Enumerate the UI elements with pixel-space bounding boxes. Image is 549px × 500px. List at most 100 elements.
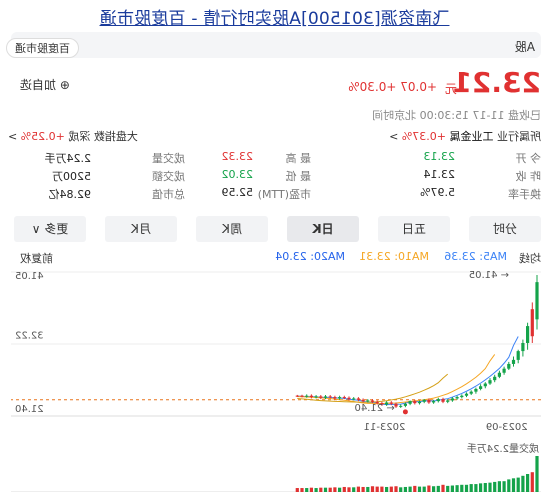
candle-body [526, 326, 530, 343]
y-tick-label: 32.22 [15, 331, 44, 342]
current-price: 23.21 [452, 66, 541, 99]
stat-label: 最 低 [285, 170, 312, 183]
volume-bar [526, 474, 530, 492]
volume-bar [521, 475, 525, 492]
candle-body [352, 398, 356, 400]
candle-body [455, 397, 459, 399]
volume-bar [333, 487, 337, 492]
volume-bar [399, 487, 403, 492]
volume-bar [516, 477, 520, 492]
ma10-line [297, 354, 496, 405]
page-title[interactable]: 飞南资源[301500]A股实时行情 - 百度股市通 [0, 4, 549, 29]
candle-body [295, 395, 299, 397]
candle-body [493, 376, 497, 381]
volume-bar [408, 486, 412, 492]
ma5-line [297, 336, 519, 406]
volume-bar [474, 484, 478, 492]
candle-body [474, 388, 478, 392]
candle-body [305, 395, 309, 397]
market-tab[interactable]: A股 [515, 38, 535, 55]
candle-body [323, 396, 328, 398]
candle-body [366, 400, 370, 402]
volume-bar [446, 485, 450, 492]
volume-bar [319, 487, 323, 492]
candle-body [309, 395, 313, 398]
volume-bar [309, 487, 313, 492]
candle-body [511, 359, 516, 364]
candle-body [422, 399, 426, 402]
stat-value: 52.59 [221, 186, 254, 199]
kline-chart[interactable]: 41.05 32.22 21.40 ← 41.05 ← 21.40 2023-09 2023… [11, 266, 541, 492]
volume-bar [380, 486, 384, 492]
volume-bar [356, 486, 360, 492]
stat-label: 换手率 [508, 188, 541, 201]
volume-bar [464, 484, 469, 492]
candle-body [436, 399, 440, 402]
index-name: 深成 [68, 130, 91, 143]
volume-bar [305, 488, 309, 492]
candle-body [460, 395, 464, 398]
index-change: +0.25% [20, 130, 65, 143]
volume-bar [347, 487, 351, 492]
stat-label: 成交量 [152, 152, 185, 165]
x-tick-label: 2023-11 [364, 422, 406, 433]
chart-tabs: 分时 五日 日K 周K 月K 更多 ∨ [11, 216, 541, 242]
low-marker-dot [402, 409, 408, 415]
volume-bar [338, 487, 342, 492]
tab-weekly-k[interactable]: 周K [196, 216, 268, 242]
candle-body [427, 399, 431, 403]
candle-body [328, 396, 332, 398]
tab-five-day[interactable]: 五日 [378, 216, 450, 242]
tab-more[interactable]: 更多 ∨ [14, 216, 86, 242]
add-watchlist-button[interactable]: ⊕ 加自选 [20, 76, 70, 93]
index-link[interactable]: 大盘指数 深成 +0.25% > [8, 128, 138, 144]
volume-bar [314, 488, 318, 492]
stat-value: 92.84亿 [48, 188, 92, 201]
tab-daily-k[interactable]: 日K [287, 216, 359, 242]
candle-body [446, 400, 450, 402]
candle-body [399, 405, 403, 407]
stat-value: 23.02 [221, 168, 254, 181]
chevron-right-icon: > [389, 130, 399, 143]
candle-body [347, 397, 351, 400]
candle-body [394, 403, 398, 407]
volume-bar [375, 486, 379, 492]
index-label: 大盘指数 [93, 130, 138, 143]
candle-body [530, 309, 534, 337]
volume-bar [328, 487, 332, 492]
stat-label: 最 高 [285, 152, 312, 165]
volume-bar [493, 481, 497, 492]
volume-bar [511, 478, 516, 492]
volume-bar [469, 484, 473, 492]
volume-bar [323, 487, 328, 492]
adjust-mode[interactable]: 前复权 [20, 250, 53, 266]
brand-pill[interactable]: 百度股市通 [6, 38, 79, 58]
volume-bar [535, 456, 539, 492]
legend-ma5: MA5: 23.36 [444, 250, 507, 263]
volume-bar [450, 485, 454, 492]
volume-bar [300, 488, 304, 492]
chevron-right-icon: > [8, 130, 18, 143]
stats-row: 换手率 5.97% 市盈(TTM) 52.59 总市值 92.84亿 [11, 186, 542, 204]
volume-bar [497, 481, 501, 492]
candle-body [502, 368, 506, 373]
y-tick-label: 41.05 [15, 271, 44, 282]
stats-row: 昨 收 23.14 最 低 23.02 成交额 5200万 [11, 168, 541, 186]
price-unit: 元 [444, 82, 457, 96]
sector-link[interactable]: 所属行业 工业金属 +0.37% > [389, 128, 541, 144]
tab-intraday[interactable]: 分时 [469, 216, 541, 242]
legend-period: 均线 [519, 252, 541, 265]
volume-label: 成交量2.24万手 [467, 442, 539, 455]
ma-legend: 均线 MA5: 23.36 MA10: 23.31 MA20: 23.04 前复… [11, 250, 541, 266]
candle-body [516, 351, 520, 360]
volume-bar [479, 483, 483, 492]
candle-body [403, 403, 407, 406]
candle-body [333, 397, 337, 399]
top-bar [11, 32, 541, 58]
stat-value: 5200万 [52, 170, 91, 183]
stat-value: 23.13 [423, 150, 456, 163]
stat-label: 市盈(TTM) [257, 188, 311, 201]
stat-value: 2.24万手 [44, 152, 92, 165]
candle-body [497, 372, 501, 377]
tab-monthly-k[interactable]: 月K [105, 216, 177, 242]
